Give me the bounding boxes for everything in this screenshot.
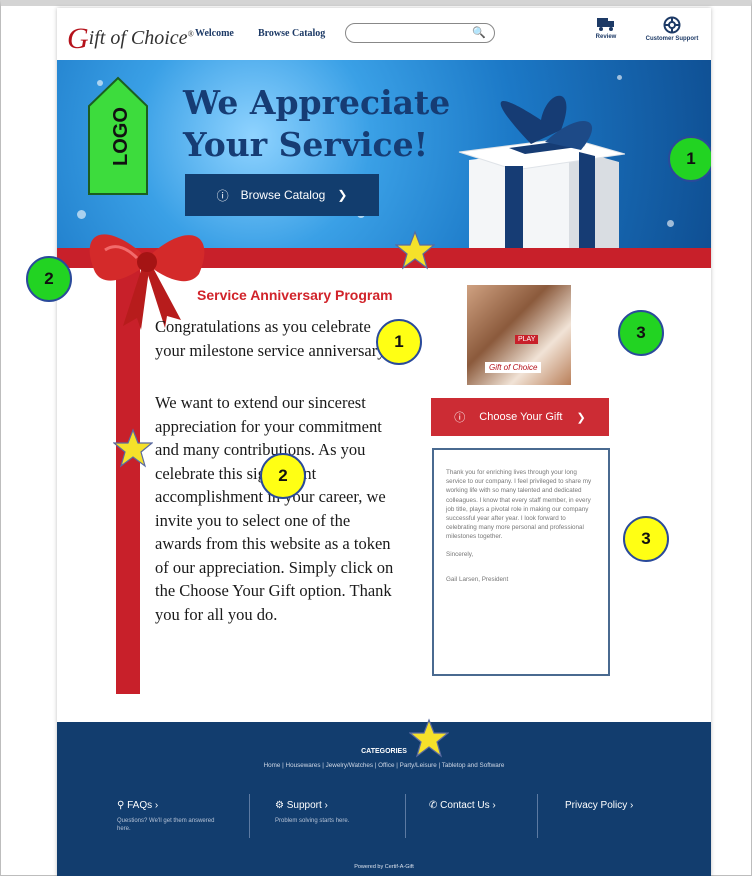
annotation-badge-letter: 3 xyxy=(623,516,669,562)
annotation-badge-hero: 1 xyxy=(668,136,711,182)
annotation-badge-photo: 3 xyxy=(618,310,664,356)
sparkle xyxy=(77,210,86,219)
footer-contact-us[interactable]: ✆ Contact Us › xyxy=(429,800,496,811)
chevron-right-icon: ❯ xyxy=(576,411,586,424)
logo-label: LOGO xyxy=(110,107,132,166)
phone-icon: ✆ xyxy=(429,800,438,811)
support-icon: ⚙ xyxy=(275,800,284,811)
appreciation-paragraph: We want to extend our sincerest apprecia… xyxy=(155,393,394,624)
red-bow-image xyxy=(89,234,205,330)
letter-body: Thank you for enriching lives through yo… xyxy=(446,469,592,541)
president-letter: Thank you for enriching lives through yo… xyxy=(432,448,610,676)
categories-links[interactable]: Home | Housewares | Jewelry/Watches | Of… xyxy=(57,762,711,769)
nav-welcome[interactable]: Welcome xyxy=(195,28,234,39)
annotation-badge-text1: 1 xyxy=(376,319,422,365)
footer-divider xyxy=(405,794,406,838)
search-icon: ⚲ xyxy=(117,800,125,811)
chevron-right-icon: ❯ xyxy=(337,188,348,202)
info-icon: ⓘ xyxy=(454,412,466,424)
footer-faqs[interactable]: ⚲ FAQs › Questions? We'll get them answe… xyxy=(117,800,217,833)
page: Gift of Choice® Welcome Browse Catalog 🔍… xyxy=(57,8,711,876)
star-marker-vertical-ribbon xyxy=(113,428,153,468)
annotation-badge-bow: 2 xyxy=(26,256,72,302)
choose-your-gift-button[interactable]: ⓘ Choose Your Gift ❯ xyxy=(431,398,609,436)
info-icon: ⓘ xyxy=(216,188,229,203)
footer-privacy-policy[interactable]: Privacy Policy › xyxy=(565,800,633,811)
lifebuoy-icon xyxy=(663,16,681,34)
nav-browse-catalog[interactable]: Browse Catalog xyxy=(258,28,325,39)
logo-placeholder-tag: LOGO xyxy=(88,76,148,195)
star-marker-ribbon xyxy=(395,230,435,270)
play-icon[interactable]: PLAY xyxy=(515,335,539,344)
video-thumbnail[interactable]: PLAY Gift of Choice xyxy=(467,285,571,385)
sparkle xyxy=(617,75,622,80)
gift-box-image xyxy=(458,95,625,256)
congratulations-paragraph: Congratulations as you celebrate your mi… xyxy=(155,317,391,360)
brand-logo[interactable]: Gift of Choice® xyxy=(67,18,194,55)
letter-signature: Gail Larsen, President xyxy=(446,575,509,583)
letter-closing: Sincerely, xyxy=(446,550,474,558)
program-title: Service Anniversary Program xyxy=(197,287,393,303)
hero-headline: We Appreciate Your Service! xyxy=(183,83,451,164)
powered-by: Powered by Certif-A-Gift xyxy=(354,864,414,870)
browse-catalog-button[interactable]: ⓘ Browse Catalog ❯ xyxy=(185,174,379,216)
search-icon[interactable]: 🔍 xyxy=(472,26,486,39)
site-header: Gift of Choice® Welcome Browse Catalog 🔍… xyxy=(57,8,711,60)
sparkle xyxy=(667,220,674,227)
search-input[interactable]: 🔍 xyxy=(345,23,495,43)
footer-divider xyxy=(537,794,538,838)
footer-support[interactable]: ⚙ Support › Problem solving starts here. xyxy=(275,800,375,825)
categories-title: CATEGORIES xyxy=(361,748,407,755)
annotation-badge-text2: 2 xyxy=(260,453,306,499)
truck-icon xyxy=(597,18,614,31)
star-marker-footer xyxy=(409,718,449,758)
footer-divider xyxy=(249,794,250,838)
thumbnail-label: Gift of Choice xyxy=(485,362,542,373)
review-link[interactable]: Review xyxy=(593,16,619,40)
site-footer: CATEGORIES Home | Housewares | Jewelry/W… xyxy=(57,722,711,876)
customer-support-link[interactable]: Customer Support xyxy=(643,16,701,42)
